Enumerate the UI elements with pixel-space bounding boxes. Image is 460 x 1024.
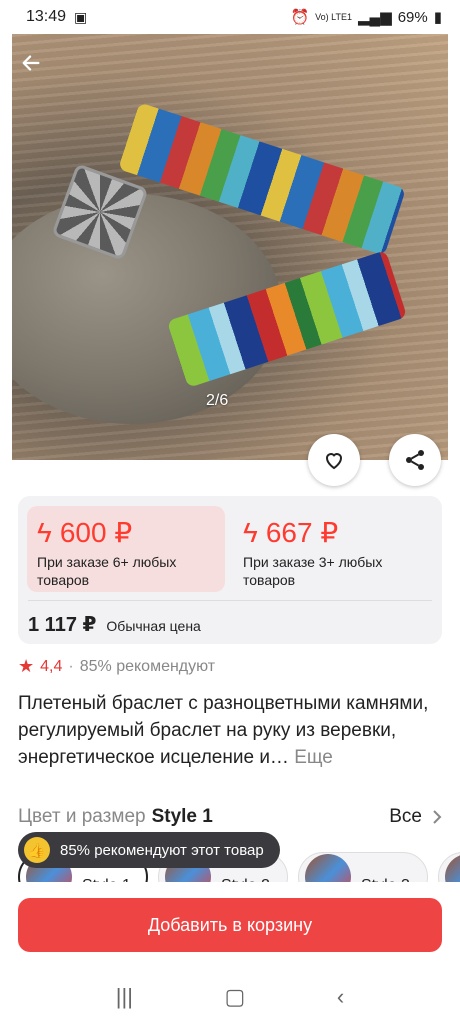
home-icon[interactable]: ▢ — [225, 984, 246, 1010]
variant-chip[interactable]: Style 3 — [298, 852, 428, 882]
network-label: Vo) LTE1 — [315, 12, 352, 22]
recommend-toast: 👍 85% рекомендуют этот товар — [18, 832, 280, 868]
regular-price: 1 117 ₽ Обычная цена — [28, 612, 201, 637]
more-link[interactable]: Еще — [294, 747, 333, 768]
tier-amount: ϟ 667 ₽ — [243, 516, 423, 549]
heart-icon — [325, 453, 343, 470]
variant-all[interactable]: Все — [389, 806, 442, 828]
battery-icon: ▮ — [433, 9, 442, 26]
tier1-price: 600 ₽ — [59, 517, 133, 548]
recommend-text: 85% рекомендуют — [79, 657, 216, 675]
product-title: Плетеный браслет с разноцветными камнями… — [18, 690, 438, 771]
tier1-note: При заказе 6+ любых товаров — [37, 554, 177, 588]
lightning-icon: ϟ — [243, 516, 258, 548]
gallery-icon: ▣ — [74, 8, 88, 25]
chevron-right-icon — [433, 810, 442, 824]
share-button[interactable] — [389, 434, 441, 486]
share-icon — [406, 450, 424, 470]
battery-level: 69% — [397, 8, 428, 26]
signal-icon: ▂▄▆ — [358, 9, 392, 26]
regular-price-value: 1 117 ₽ — [28, 614, 97, 636]
recent-apps-icon[interactable]: ||| — [116, 984, 133, 1010]
star-icon: ★ — [18, 656, 35, 676]
favorite-button[interactable] — [308, 434, 360, 486]
variant-swatch — [445, 854, 460, 882]
variant-selector[interactable]: Цвет и размер Style 1 Все — [18, 806, 442, 828]
price-tier-6[interactable]: ϟ 600 ₽ При заказе 6+ любых товаров — [27, 506, 225, 592]
regular-price-label: Обычная цена — [106, 618, 201, 634]
system-nav-bar: ||| ▢ ‹ — [0, 970, 460, 1024]
rating-row[interactable]: ★ 4,4 · 85% рекомендуют — [18, 656, 215, 677]
status-bar: 13:49 ▣ ⏰ Vo) LTE1 ▂▄▆ 69% ▮ — [0, 0, 460, 34]
back-nav-icon[interactable]: ‹ — [337, 984, 344, 1010]
add-to-cart-button[interactable]: Добавить в корзину — [18, 898, 442, 952]
variant-selected: Style 1 — [151, 806, 213, 827]
toast-text: 85% рекомендуют этот товар — [60, 841, 264, 859]
product-image[interactable] — [12, 34, 448, 460]
rating-separator: · — [68, 657, 74, 675]
tier2-note: При заказе 3+ любых товаров — [243, 554, 383, 588]
variant-chip[interactable] — [438, 852, 460, 882]
variant-all-label: Все — [389, 806, 422, 827]
alarm-icon: ⏰ — [290, 9, 310, 26]
back-arrow-icon — [22, 55, 40, 71]
image-counter: 2/6 — [206, 392, 229, 409]
tier2-price: 667 ₽ — [265, 517, 339, 548]
variant-swatch — [305, 854, 351, 882]
back-button[interactable] — [20, 52, 46, 78]
lightning-icon: ϟ — [37, 516, 52, 548]
tier-amount: ϟ 600 ₽ — [37, 516, 215, 549]
rating-value: 4,4 — [40, 657, 63, 675]
thumbs-up-icon: 👍 — [24, 837, 50, 863]
status-time: 13:49 — [26, 8, 67, 25]
variant-label: Цвет и размер — [18, 806, 146, 827]
product-title-text: Плетеный браслет с разноцветными камнями… — [18, 693, 429, 768]
variant-chip-label: Style 3 — [361, 859, 410, 882]
divider — [28, 600, 432, 601]
price-panel: ϟ 600 ₽ При заказе 6+ любых товаров ϟ 66… — [18, 496, 442, 644]
status-right: ⏰ Vo) LTE1 ▂▄▆ 69% ▮ — [290, 8, 442, 27]
price-tier-3[interactable]: ϟ 667 ₽ При заказе 3+ любых товаров — [233, 506, 433, 592]
